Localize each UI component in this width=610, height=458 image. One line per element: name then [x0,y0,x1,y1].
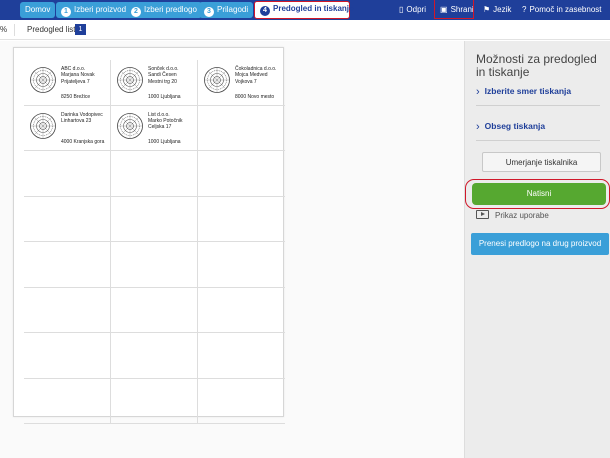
label-cell [24,378,111,424]
address-gap [61,85,95,94]
step-label: Izberi predlogo [144,5,197,14]
postal-line: 8000 Novo mesto [235,93,275,100]
print-direction-label: Izberite smer tiskanja [484,86,572,96]
address-line: Mestni trg 20 [148,78,177,85]
video-play-icon [476,210,489,219]
postal-line: 1000 Ljubljana [148,93,181,100]
divider [476,105,600,106]
label-cell [111,333,198,379]
usage-demo-link[interactable]: Prikaz uporabe [476,210,549,220]
label-cell [198,242,285,288]
top-navigation-bar: Domov 1 Izberi proizvod 2 Izberi predlogo … [0,0,610,20]
step-number-badge: 2 [131,7,141,17]
language-link[interactable]: ⚑ Jezik [483,0,511,20]
address-gap [235,85,276,94]
usage-demo-label: Prikaz uporabe [495,211,549,220]
transfer-template-button[interactable]: Prenesi predlogo na drug proizvod [471,233,609,255]
address-text: List d.o.o. Marko Potočnik Celjska 17 1000 … [148,112,182,146]
step-number-badge: 4 [260,6,270,16]
print-highlight [465,179,610,209]
address-text: ABC d.o.o. Marjana Novak Prijateljeva 7 825… [61,66,95,100]
address-gap [148,85,181,94]
help-label: Pomoč in zasebnost [529,5,602,14]
save-highlight [434,0,474,19]
label-cell: Sonček d.o.o. Sandi Česen Mestni trg 20 100… [111,60,198,106]
label-cell [198,333,285,379]
open-link[interactable]: ▯ Odpri [399,0,426,20]
mandala-logo-icon [29,112,57,140]
page-number-button[interactable]: 1 [75,24,86,35]
mandala-logo-icon [203,66,231,94]
label-cell [24,196,111,242]
flag-icon: ⚑ [483,5,491,14]
step-label: Predogled in tiskanje [273,4,354,13]
label-cell: ABC d.o.o. Marjana Novak Prijateljeva 7 825… [24,60,111,106]
step-select-product[interactable]: 1 Izberi proizvod [56,2,132,18]
label-cell: Čokoladnica d.o.o. Mojca Medved Vojkova 78… [198,60,285,106]
step-label: Prilagodi [217,5,249,14]
postal-line: 4000 Kranjska gora [61,139,105,146]
divider [476,140,600,141]
print-range-toggle[interactable]: › Obseg tiskanja [476,121,545,133]
chevron-right-icon: › [476,121,480,133]
address-line: Marjana Novak [61,72,95,79]
sheet-preview-label: Predogled lista [27,25,80,34]
language-label: Jezik [493,5,512,14]
label-cell: Darinka Vodopivec Linhartova 23 4000 Kranj… [24,105,111,151]
step-home-label: Domov [25,5,51,14]
address-line: Prijateljeva 7 [61,78,90,85]
options-panel: Možnosti za predogled in tiskanje › Izber… [464,41,610,458]
step-select-template[interactable]: 2 Izberi predlogo [126,2,202,18]
chevron-right-icon: › [476,86,480,98]
toolbar-divider [14,24,15,36]
step-customize[interactable]: 3 Prilagodi [199,2,254,18]
print-range-label: Obseg tiskanja [484,121,546,131]
label-cell [24,333,111,379]
open-label: Odpri [406,5,426,14]
label-cell [111,151,198,197]
label-sheet: ABC d.o.o. Marjana Novak Prijateljeva 7 825… [13,47,285,424]
label-cell [111,287,198,333]
calibrate-printer-button[interactable]: Umerjanje tiskalnika [482,152,601,172]
panel-title: Možnosti za predogled in tiskanje [476,52,597,79]
mandala-logo-icon [29,66,57,94]
postal-line: 1000 Ljubljana [148,139,181,146]
step-number-badge: 3 [204,7,214,17]
label-cell: List d.o.o. Marko Potočnik Celjska 17 1000 … [111,105,198,151]
address-text: Darinka Vodopivec Linhartova 23 4000 Kranj… [61,112,104,146]
label-cell [24,287,111,333]
print-direction-toggle[interactable]: › Izberite smer tiskanja [476,86,571,98]
label-cell [111,196,198,242]
step-preview-print[interactable]: 4 Predogled in tiskanje [254,1,354,19]
address-text: Sonček d.o.o. Sandi Česen Mestni trg 20 100… [148,66,181,100]
address-line: Darinka Vodopivec [61,111,103,118]
mandala-logo-icon [116,112,144,140]
step-number-badge: 1 [61,7,71,17]
address-gap [148,130,182,139]
preview-toolbar: % Predogled lista 1 [0,20,610,40]
label-cell [198,288,285,333]
label-cell [198,106,285,151]
help-link[interactable]: ? Pomoč in zasebnost [522,0,602,20]
label-cell [198,379,285,424]
zoom-value[interactable]: % [0,25,7,34]
address-line: Sandi Česen [148,72,177,79]
postal-line: 8250 Brežice [61,93,91,100]
mandala-logo-icon [116,66,144,94]
address-text: Čokoladnica d.o.o. Mojca Medved Vojkova 78… [235,66,276,100]
label-cell [198,151,285,197]
label-cell [24,151,111,197]
step-label: Izberi proizvod [74,5,127,14]
step-home[interactable]: Domov [20,2,56,18]
label-cell [111,378,198,424]
address-gap [61,130,104,139]
label-cell [111,242,198,288]
open-file-icon: ▯ [399,5,404,14]
label-cell [198,197,285,242]
label-cell [24,242,111,288]
help-icon: ? [522,5,527,14]
